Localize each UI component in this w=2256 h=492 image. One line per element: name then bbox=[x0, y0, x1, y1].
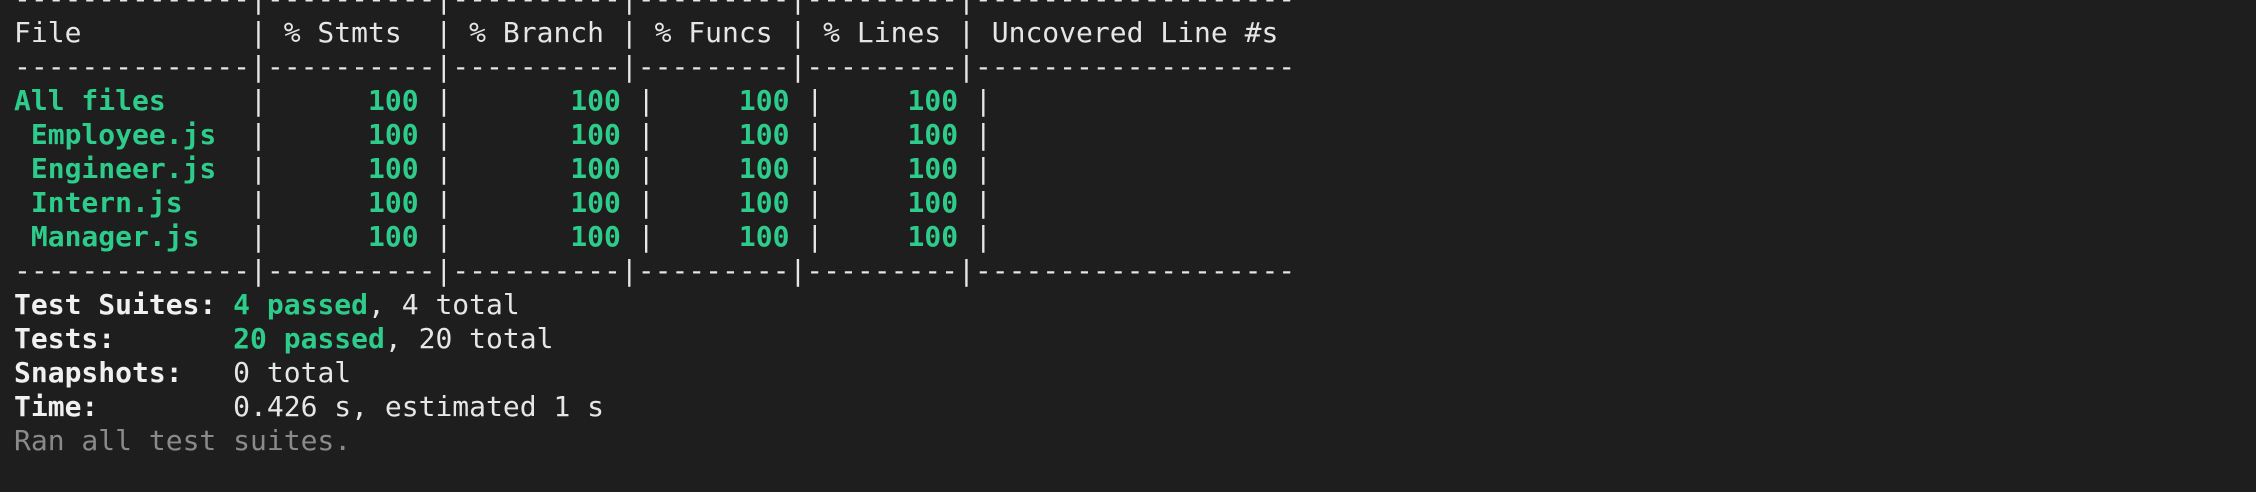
summary-label: Test Suites: bbox=[14, 288, 234, 321]
summary-label: Tests: bbox=[14, 322, 234, 355]
row-lines: 100 bbox=[840, 220, 959, 253]
row-lines: 100 bbox=[840, 84, 959, 117]
summary-passed: 4 passed bbox=[233, 288, 369, 321]
row-uncovered bbox=[992, 220, 1312, 253]
row-stmts: 100 bbox=[283, 152, 419, 185]
row-stmts: 100 bbox=[283, 220, 419, 253]
row-stmts: 100 bbox=[283, 84, 419, 117]
row-lines: 100 bbox=[840, 186, 959, 219]
summary-test-suites: Test Suites: 4 passed, 4 total bbox=[14, 288, 2256, 322]
table-row: Manager.js | 100 | 100 | 100 | 100 | bbox=[14, 220, 2256, 254]
row-uncovered bbox=[992, 84, 1312, 117]
row-branch: 100 bbox=[469, 118, 621, 151]
summary-value: 0 total bbox=[233, 356, 352, 389]
summary-value: 0.426 s, estimated 1 s bbox=[233, 390, 605, 423]
row-file: Manager.js bbox=[14, 220, 234, 253]
row-branch: 100 bbox=[469, 220, 621, 253]
row-uncovered bbox=[992, 118, 1312, 151]
row-file: Intern.js bbox=[14, 186, 234, 219]
table-divider-top: --------------|----------|----------|---… bbox=[14, 0, 2256, 16]
summary-time: Time: 0.426 s, estimated 1 s bbox=[14, 390, 2256, 424]
summary-label: Time: bbox=[14, 390, 234, 423]
row-funcs: 100 bbox=[671, 84, 790, 117]
row-uncovered bbox=[992, 152, 1312, 185]
summary-passed: 20 passed bbox=[233, 322, 385, 355]
summary-total: , 20 total bbox=[384, 322, 554, 355]
row-file: All files bbox=[14, 84, 234, 117]
summary-label: Snapshots: bbox=[14, 356, 234, 389]
row-funcs: 100 bbox=[671, 186, 790, 219]
table-row: Engineer.js | 100 | 100 | 100 | 100 | bbox=[14, 152, 2256, 186]
row-branch: 100 bbox=[469, 84, 621, 117]
table-divider-bottom: --------------|----------|----------|---… bbox=[14, 254, 1296, 287]
table-header: File | % Stmts | % Branch | % Funcs | % … bbox=[14, 16, 1296, 49]
row-lines: 100 bbox=[840, 152, 959, 185]
row-lines: 100 bbox=[840, 118, 959, 151]
row-branch: 100 bbox=[469, 152, 621, 185]
row-uncovered bbox=[992, 186, 1312, 219]
row-stmts: 100 bbox=[283, 118, 419, 151]
table-divider-mid: --------------|----------|----------|---… bbox=[14, 50, 1296, 83]
summary-tests: Tests: 20 passed, 20 total bbox=[14, 322, 2256, 356]
summary-snapshots: Snapshots: 0 total bbox=[14, 356, 2256, 390]
table-row: Employee.js | 100 | 100 | 100 | 100 | bbox=[14, 118, 2256, 152]
summary-total: , 4 total bbox=[368, 288, 520, 321]
table-row: All files | 100 | 100 | 100 | 100 | bbox=[14, 84, 2256, 118]
row-file: Engineer.js bbox=[14, 152, 234, 185]
row-file: Employee.js bbox=[14, 118, 234, 151]
ran-all-message: Ran all test suites. bbox=[14, 424, 352, 457]
row-funcs: 100 bbox=[671, 152, 790, 185]
table-row: Intern.js | 100 | 100 | 100 | 100 | bbox=[14, 186, 2256, 220]
row-stmts: 100 bbox=[283, 186, 419, 219]
row-funcs: 100 bbox=[671, 220, 790, 253]
row-funcs: 100 bbox=[671, 118, 790, 151]
row-branch: 100 bbox=[469, 186, 621, 219]
terminal-output: --------------|----------|----------|---… bbox=[0, 0, 2256, 492]
